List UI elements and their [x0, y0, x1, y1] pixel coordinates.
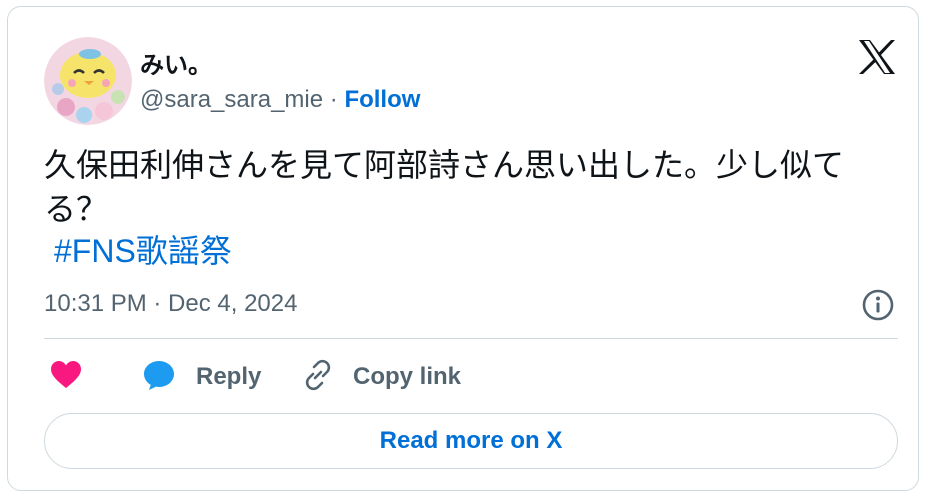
heart-icon [50, 360, 82, 394]
avatar-chick-image [44, 37, 132, 125]
reply-label: Reply [196, 363, 262, 390]
handle-separator: · [323, 86, 345, 113]
follow-link[interactable]: Follow [344, 86, 420, 113]
speech-bubble-icon [142, 359, 176, 395]
copy-link-label: Copy link [353, 363, 462, 390]
display-name[interactable]: みい。 [140, 45, 212, 80]
read-more-button[interactable]: Read more on X [44, 413, 898, 469]
link-icon [301, 358, 335, 396]
reply-button[interactable]: Reply [142, 357, 261, 397]
hashtag-link[interactable]: #FNS歌謡祭 [54, 229, 232, 273]
timestamp[interactable]: 10:31 PM · Dec 4, 2024 [44, 290, 297, 318]
avatar[interactable] [44, 37, 132, 125]
user-handle[interactable]: @sara_sara_mie [140, 86, 323, 113]
handle-line: @sara_sara_mie · Follow [140, 86, 420, 114]
like-button[interactable] [50, 357, 82, 397]
x-logo-icon[interactable] [858, 39, 896, 75]
info-icon[interactable] [861, 288, 895, 322]
copy-link-button[interactable]: Copy link [301, 357, 461, 397]
divider [44, 338, 898, 339]
tweet-text: 久保田利伸さんを見て阿部詩さん思い出した。少し似てる？ [44, 146, 845, 228]
read-more-label: Read more on X [379, 427, 563, 454]
tweet-card: みい。 @sara_sara_mie · Follow 久保田利伸さんを見て阿部… [7, 6, 919, 491]
